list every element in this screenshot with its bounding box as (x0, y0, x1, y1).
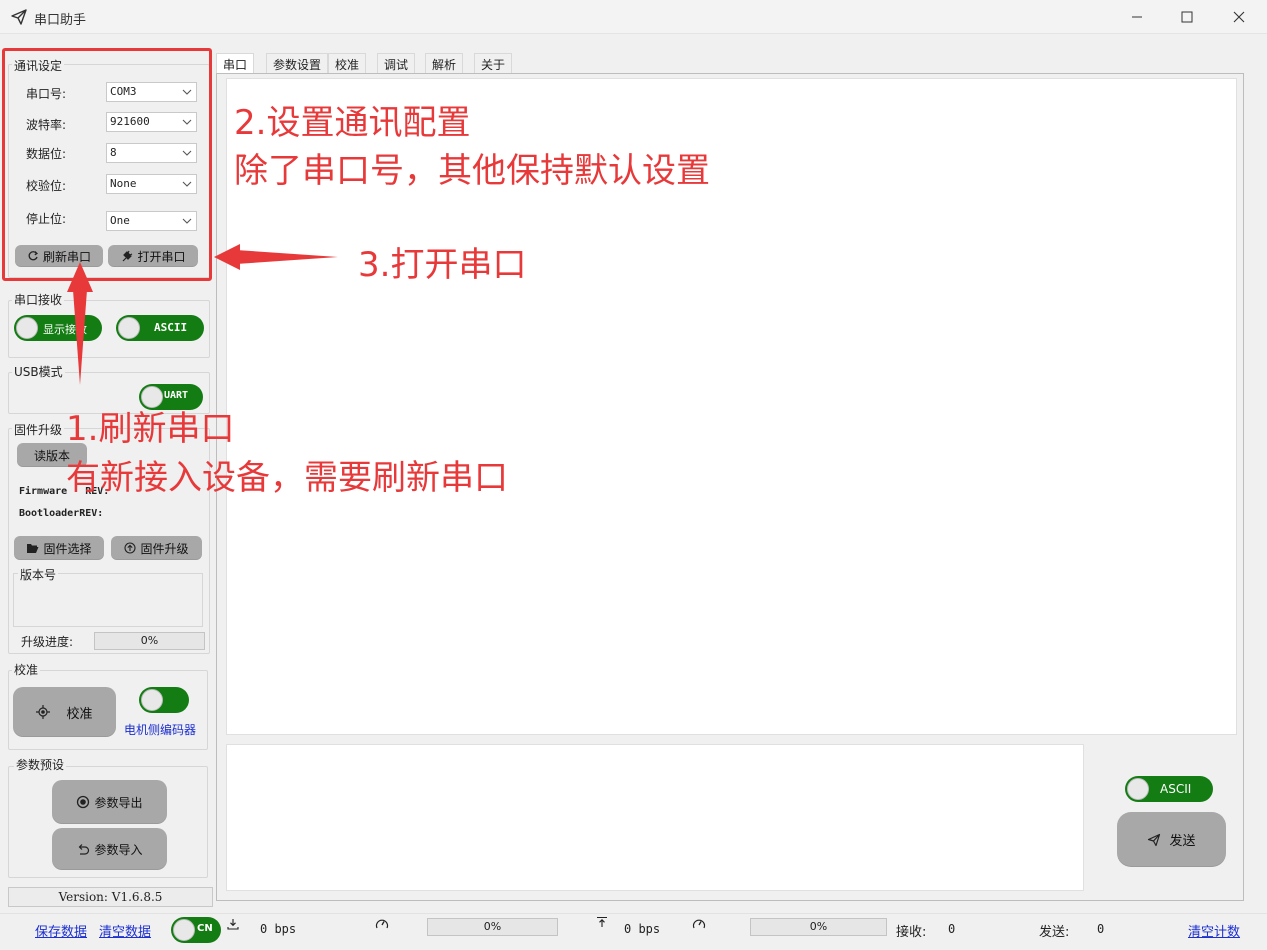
bootloader-rev-label: BootloaderREV: (19, 508, 104, 519)
clear-data-link[interactable]: 清空数据 (99, 921, 151, 940)
param-import-button[interactable]: 参数导入 (52, 828, 167, 870)
upload-icon (597, 916, 607, 927)
tab-calibration[interactable]: 校准 (328, 53, 367, 73)
rx-progress-bar: 0% (427, 918, 558, 936)
toggle-knob (141, 689, 163, 711)
tab-serial[interactable]: 串口 (216, 53, 255, 73)
minimize-icon (1132, 16, 1142, 18)
rx-rate: 0 bps (260, 922, 297, 936)
download-icon (227, 919, 239, 930)
tx-count-label: 发送: (1039, 925, 1070, 940)
receive-group-label: 串口接收 (12, 291, 65, 308)
highlight-box (2, 48, 212, 281)
send-ascii-toggle[interactable]: ASCII (1125, 776, 1213, 802)
rx-count: 0 (948, 922, 956, 936)
calibrate-button[interactable]: 校准 (13, 687, 116, 737)
maximize-button[interactable] (1164, 4, 1210, 30)
crosshair-icon (36, 705, 51, 719)
annotation-step2-line2: 除了串口号，其他保持默认设置 (234, 151, 710, 191)
send-button[interactable]: 发送 (1117, 812, 1226, 867)
send-text-area[interactable] (226, 744, 1084, 891)
annotation-step1-line2: 有新接入设备，需要刷新串口 (66, 458, 508, 498)
firmware-group-label: 固件升级 (12, 421, 65, 438)
gauge-icon (375, 919, 389, 929)
annotation-step3: 3.打开串口 (358, 245, 527, 285)
firmware-upgrade-button[interactable]: 固件升级 (111, 536, 202, 560)
receive-ascii-toggle[interactable]: ASCII (116, 315, 204, 341)
annotation-step1-line1: 1.刷新串口 (66, 409, 235, 449)
tx-progress-bar: 0% (750, 918, 887, 936)
encoder-label: 电机侧编码器 (124, 723, 197, 737)
close-icon (1233, 11, 1245, 23)
tab-parse[interactable]: 解析 (425, 53, 464, 73)
tx-count: 0 (1097, 922, 1105, 936)
window-title: 串口助手 (34, 13, 87, 28)
param-preset-label: 参数预设 (14, 756, 67, 773)
tab-debug[interactable]: 调试 (377, 53, 416, 73)
language-toggle[interactable]: CN (171, 917, 221, 943)
tab-about[interactable]: 关于 (474, 53, 513, 73)
toggle-knob (16, 317, 38, 339)
param-export-button[interactable]: 参数导出 (52, 780, 167, 824)
upgrade-progress-label: 升级进度: (21, 635, 74, 649)
encoder-toggle[interactable] (139, 687, 189, 713)
maximize-icon (1181, 11, 1193, 23)
rx-count-label: 接收: (896, 925, 927, 940)
version-label: Version: V1.6.8.5 (8, 887, 213, 907)
close-button[interactable] (1216, 4, 1262, 30)
firmware-select-button[interactable]: 固件选择 (14, 536, 104, 560)
toggle-knob (1127, 778, 1149, 800)
upgrade-progress-bar: 0% (94, 632, 205, 650)
minimize-button[interactable] (1114, 4, 1160, 30)
toggle-knob (118, 317, 140, 339)
title-bar: 串口助手 (0, 0, 1267, 34)
tx-rate: 0 bps (624, 922, 661, 936)
gauge-icon (692, 919, 706, 929)
paper-plane-icon (1148, 833, 1161, 846)
radio-dot-icon (77, 795, 90, 809)
version-number-label: 版本号 (18, 566, 59, 583)
toggle-knob (173, 919, 195, 941)
paper-plane-icon (11, 9, 27, 25)
undo-icon (79, 844, 90, 855)
tab-param-settings[interactable]: 参数设置 (266, 53, 329, 73)
calibration-group-label: 校准 (12, 661, 41, 678)
display-receive-toggle[interactable]: 显示接收 (14, 315, 102, 341)
folder-open-icon (27, 544, 39, 553)
clear-count-link[interactable]: 清空计数 (1188, 921, 1240, 940)
annotation-step2-line1: 2.设置通讯配置 (234, 103, 471, 143)
usb-mode-label: USB模式 (12, 363, 65, 380)
save-data-link[interactable]: 保存数据 (35, 921, 87, 940)
upload-circle-icon (124, 542, 137, 554)
